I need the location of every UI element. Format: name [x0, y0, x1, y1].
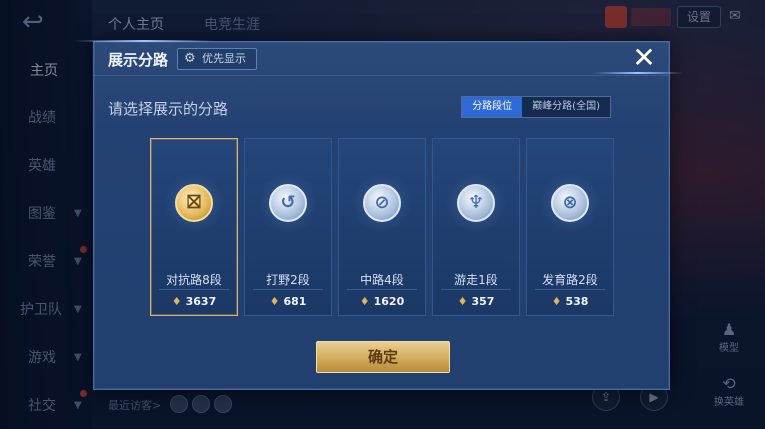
select-lane-prompt: 请选择展示的分路	[108, 100, 229, 118]
lane-type-switch: 分路段位 巅峰分路(全国)	[461, 96, 611, 118]
badge-glow: ⊘	[352, 173, 412, 233]
lane-label: 中路4段	[360, 273, 404, 287]
badge-glow: ⊗	[540, 173, 600, 233]
wings-icon: ♆	[457, 184, 495, 222]
divider	[441, 289, 511, 290]
lane-card-mid[interactable]: ⊘ 中路4段 ♦ 1620	[338, 138, 426, 316]
rank-icon: ♦	[269, 295, 280, 308]
lane-score: ♦ 681	[269, 295, 307, 308]
mid-lane-icon: ⊘	[363, 184, 401, 222]
priority-label: 优先显示	[202, 52, 246, 65]
divider	[253, 289, 323, 290]
badge-glow: ♆	[446, 173, 506, 233]
lane-score: ♦ 1620	[359, 295, 405, 308]
rank-icon: ♦	[457, 295, 468, 308]
lane-card-top[interactable]: ⛝ 对抗路8段 ♦ 3637	[150, 138, 238, 316]
lane-score: ♦ 357	[457, 295, 495, 308]
divider	[347, 289, 417, 290]
claw-icon: ↺	[269, 184, 307, 222]
lane-label: 对抗路8段	[166, 273, 222, 287]
dialog-title: 展示分路	[108, 51, 169, 69]
rank-icon: ♦	[551, 295, 562, 308]
crosshair-icon: ⊗	[551, 184, 589, 222]
lane-label: 打野2段	[266, 273, 310, 287]
badge-glow: ⛝	[164, 173, 224, 233]
lane-score: ♦ 538	[551, 295, 589, 308]
lane-score: ♦ 3637	[171, 295, 217, 308]
lane-card-roam[interactable]: ♆ 游走1段 ♦ 357	[432, 138, 520, 316]
tab-peak-lane[interactable]: 巅峰分路(全国)	[522, 97, 610, 117]
lane-card-jungle[interactable]: ↺ 打野2段 ♦ 681	[244, 138, 332, 316]
close-icon[interactable]: ✕	[631, 44, 657, 72]
gear-icon: ⚙	[184, 51, 196, 66]
lane-cards: ⛝ 对抗路8段 ♦ 3637 ↺ 打野2段 ♦ 681 ⊘ 中路4段 ♦ 1620 ♆	[150, 138, 616, 316]
lane-label: 游走1段	[454, 273, 498, 287]
lane-label: 发育路2段	[542, 273, 598, 287]
badge-glow: ↺	[258, 173, 318, 233]
divider	[535, 289, 605, 290]
divider	[159, 289, 229, 290]
rank-icon: ♦	[171, 295, 182, 308]
tab-lane-rank[interactable]: 分路段位	[462, 97, 523, 117]
lane-card-bot[interactable]: ⊗ 发育路2段 ♦ 538	[526, 138, 614, 316]
confirm-button[interactable]: 确定	[316, 341, 450, 373]
dialog-header: 展示分路 ⚙ 优先显示 ✕	[94, 42, 669, 76]
sword-shield-icon: ⛝	[175, 184, 213, 222]
priority-display-button[interactable]: ⚙ 优先显示	[177, 48, 257, 70]
rank-icon: ♦	[359, 295, 370, 308]
lane-display-dialog: 展示分路 ⚙ 优先显示 ✕ 请选择展示的分路 分路段位 巅峰分路(全国) ⛝ 对…	[74, 40, 683, 390]
